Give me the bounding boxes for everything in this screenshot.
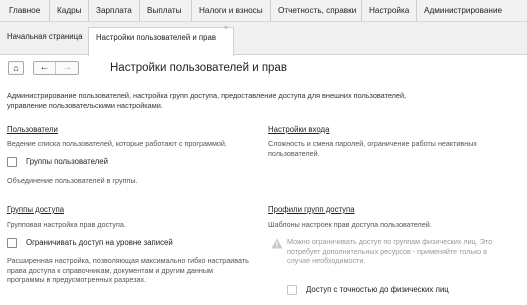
warning-icon: [271, 238, 283, 249]
menu-item-main[interactable]: Главное: [2, 0, 40, 21]
menu-item-reports[interactable]: Отчетность, справки: [270, 0, 356, 21]
users-link[interactable]: Пользователи: [7, 125, 58, 134]
users-description: Ведение списка пользователей, которые ра…: [7, 139, 227, 148]
individuals-access-checkbox: [287, 284, 297, 295]
menu-item-administration[interactable]: Администрирование: [416, 0, 502, 21]
back-button[interactable]: ←: [34, 62, 56, 74]
individuals-access-checkbox-row: Доступ с точностью до физических лиц: [287, 284, 449, 295]
menu-item-hr[interactable]: Кадры: [49, 0, 82, 21]
arrow-right-icon: →: [62, 62, 72, 73]
tabs-bar: Начальная страница Настройки пользовател…: [0, 22, 527, 56]
user-groups-checkbox[interactable]: [7, 156, 17, 167]
record-level-checkbox-row[interactable]: Ограничивать доступ на уровне записей: [7, 237, 173, 248]
tab-user-rights-settings[interactable]: Настройки пользователей и прав ×: [88, 25, 234, 56]
home-icon: ⌂: [13, 63, 19, 73]
page-description: Администрирование пользователей, настрой…: [7, 91, 407, 110]
login-settings-link[interactable]: Настройки входа: [268, 125, 329, 134]
access-groups-description: Групповая настройка прав доступа.: [7, 220, 126, 229]
user-groups-description: Объединение пользователей в группы.: [7, 176, 138, 185]
record-level-label: Ограничивать доступ на уровне записей: [26, 238, 173, 247]
menu-item-payments[interactable]: Выплаты: [139, 0, 182, 21]
close-icon[interactable]: ×: [224, 23, 228, 35]
arrow-left-icon: ←: [39, 62, 50, 73]
login-settings-description: Сложность и смена паролей, ограничение р…: [268, 139, 477, 158]
menu-item-settings[interactable]: Настройка: [361, 0, 409, 21]
user-groups-label: Группы пользователей: [26, 157, 108, 166]
forward-button[interactable]: →: [56, 62, 78, 74]
menu-item-taxes[interactable]: Налоги и взносы: [191, 0, 263, 21]
main-menu-bar: Главное Кадры Зарплата Выплаты Налоги и …: [0, 0, 527, 22]
access-groups-link[interactable]: Группы доступа: [7, 205, 64, 214]
access-profiles-description: Шаблоны настроек прав доступа пользовате…: [268, 220, 432, 229]
menu-item-salary[interactable]: Зарплата: [88, 0, 132, 21]
profiles-warning-text: Можно ограничивать доступ по группам физ…: [287, 237, 493, 265]
tab-label: Настройки пользователей и прав: [96, 33, 216, 42]
tab-home-page[interactable]: Начальная страница: [0, 27, 87, 55]
history-nav: ← →: [33, 61, 79, 75]
home-button[interactable]: ⌂: [8, 61, 24, 75]
individuals-access-label: Доступ с точностью до физических лиц: [306, 285, 449, 294]
user-groups-checkbox-row[interactable]: Группы пользователей: [7, 156, 108, 167]
record-level-description: Расширенная настройка, позволяющая макси…: [7, 256, 249, 284]
access-profiles-link[interactable]: Профили групп доступа: [268, 205, 355, 214]
record-level-checkbox[interactable]: [7, 237, 17, 248]
page-title: Настройки пользователей и прав: [110, 62, 287, 74]
